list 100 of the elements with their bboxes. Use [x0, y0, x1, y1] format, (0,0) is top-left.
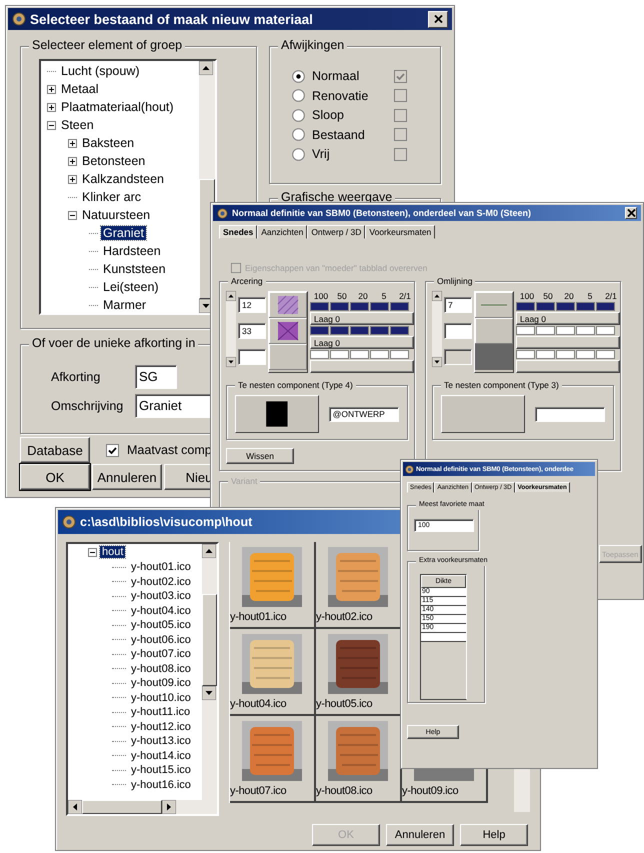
scroll-up-icon[interactable] — [199, 61, 213, 75]
tree-item[interactable]: Betonsteen — [80, 154, 148, 168]
scrollbar[interactable] — [202, 544, 217, 800]
checkbox[interactable] — [394, 89, 407, 102]
tree-item[interactable]: Steen — [59, 118, 96, 132]
collapse-icon[interactable] — [68, 210, 77, 220]
layer-button[interactable] — [310, 360, 414, 373]
tree-item[interactable]: y-hout14.ico — [129, 750, 193, 762]
tree-item[interactable]: Baksteen — [80, 136, 136, 150]
tree-item[interactable]: y-hout04.ico — [129, 604, 193, 617]
scale-indicator[interactable] — [370, 326, 389, 335]
tree-list[interactable] — [66, 542, 219, 816]
expand-icon[interactable] — [68, 174, 77, 184]
thumbnail-tile[interactable]: y-hout08.ico — [316, 716, 402, 803]
tree-item[interactable]: y-hout15.ico — [129, 764, 193, 776]
tree-item[interactable]: Metaal — [59, 82, 101, 96]
scroll-left-icon[interactable] — [68, 800, 82, 814]
tree-item[interactable]: y-hout03.ico — [129, 590, 193, 602]
tree-item[interactable]: Graniet — [101, 226, 146, 240]
radio-button[interactable] — [292, 128, 305, 141]
radio-button[interactable] — [292, 70, 305, 82]
scale-indicator[interactable] — [310, 350, 329, 359]
tree-item[interactable]: y-hout13.ico — [129, 735, 193, 748]
checkbox[interactable] — [106, 444, 119, 456]
scale-indicator[interactable] — [516, 302, 535, 311]
scroll-down-icon[interactable] — [202, 686, 216, 700]
component-field[interactable] — [534, 406, 605, 422]
scale-indicator[interactable] — [536, 302, 555, 311]
table-cell[interactable] — [421, 633, 466, 642]
expand-icon[interactable] — [68, 138, 77, 148]
tree-item[interactable]: y-hout01.ico — [129, 561, 193, 574]
scale-indicator[interactable] — [556, 302, 575, 311]
pattern-swatch[interactable] — [269, 292, 307, 318]
tree-item[interactable]: Natuursteen — [80, 208, 152, 222]
spin-up-icon[interactable] — [226, 291, 236, 301]
tree-item[interactable]: y-hout05.ico — [129, 619, 193, 632]
thumbnail-tile[interactable]: y-hout07.ico — [230, 716, 316, 803]
tree-item[interactable]: y-hout02.ico — [129, 576, 193, 588]
pattern-swatch[interactable] — [475, 318, 513, 344]
scale-indicator[interactable] — [516, 326, 535, 335]
tree-item[interactable]: Kalkzandsteen — [80, 172, 166, 186]
pen-field[interactable] — [444, 323, 472, 339]
expand-icon[interactable] — [47, 102, 56, 112]
dialog-button[interactable]: Help — [460, 824, 528, 846]
scale-indicator[interactable] — [310, 302, 329, 311]
thumbnail-tile[interactable]: y-hout04.ico — [230, 629, 316, 716]
tree-item[interactable]: y-hout07.ico — [129, 648, 193, 660]
scale-indicator[interactable] — [310, 326, 329, 335]
tree-item[interactable]: y-hout11.ico — [129, 706, 192, 718]
thumbnail-tile[interactable]: y-hout02.ico — [316, 542, 402, 629]
scale-indicator[interactable] — [536, 350, 555, 359]
scale-indicator[interactable] — [370, 350, 389, 359]
scroll-right-icon[interactable] — [162, 800, 176, 814]
collapse-icon[interactable] — [47, 120, 56, 130]
scale-indicator[interactable] — [536, 326, 555, 335]
scale-indicator[interactable] — [576, 326, 595, 335]
layer-button[interactable]: Laag 0 — [516, 312, 620, 325]
scale-indicator[interactable] — [350, 302, 369, 311]
scale-indicator[interactable] — [390, 302, 409, 311]
spin-up-icon[interactable] — [432, 291, 442, 301]
component-swatch[interactable] — [441, 395, 525, 433]
layer-button[interactable] — [516, 360, 620, 373]
component-field[interactable]: @ONTWERP — [328, 406, 399, 422]
radio-button[interactable] — [292, 148, 305, 160]
checkbox[interactable] — [394, 128, 407, 141]
scale-indicator[interactable] — [556, 350, 575, 359]
text-field[interactable]: SG — [135, 365, 177, 389]
scale-indicator[interactable] — [596, 302, 615, 311]
tab[interactable]: Snedes — [219, 225, 258, 239]
tree-item[interactable]: Lei(steen) — [101, 280, 161, 294]
pen-field[interactable]: 7 — [444, 297, 472, 313]
tab[interactable]: Aanzichten — [257, 225, 308, 239]
layer-button[interactable] — [516, 336, 620, 349]
tree-item[interactable]: Klinker arc — [80, 190, 144, 204]
tree-item[interactable]: Kunststeen — [101, 262, 168, 276]
layer-button[interactable]: Laag 0 — [310, 336, 414, 349]
dialog-button[interactable]: OK — [20, 464, 90, 490]
spin-down-icon[interactable] — [226, 357, 236, 367]
checkbox[interactable] — [394, 148, 407, 160]
tree-item[interactable]: hout — [100, 546, 126, 558]
scale-indicator[interactable] — [390, 326, 409, 335]
scale-indicator[interactable] — [350, 326, 369, 335]
collapse-icon[interactable] — [88, 548, 97, 556]
scale-indicator[interactable] — [596, 326, 615, 335]
scale-indicator[interactable] — [576, 302, 595, 311]
tree-item[interactable]: y-hout09.ico — [129, 677, 193, 690]
scale-indicator[interactable] — [576, 350, 595, 359]
pattern-swatch[interactable] — [269, 318, 307, 344]
pattern-swatch[interactable] — [269, 344, 307, 370]
dialog-button[interactable]: Annuleren — [386, 824, 454, 846]
radio-button[interactable] — [292, 108, 305, 122]
checkbox[interactable] — [394, 108, 407, 122]
close-button[interactable] — [625, 207, 637, 219]
checkbox[interactable] — [394, 70, 407, 82]
scale-indicator[interactable] — [390, 350, 409, 359]
expand-icon[interactable] — [68, 156, 77, 166]
pattern-swatch[interactable] — [475, 344, 513, 370]
tree-item[interactable]: y-hout10.ico — [129, 692, 193, 704]
tree-item[interactable]: Plaatmateriaal(hout) — [59, 100, 176, 114]
scroll-up-icon[interactable] — [202, 544, 216, 558]
